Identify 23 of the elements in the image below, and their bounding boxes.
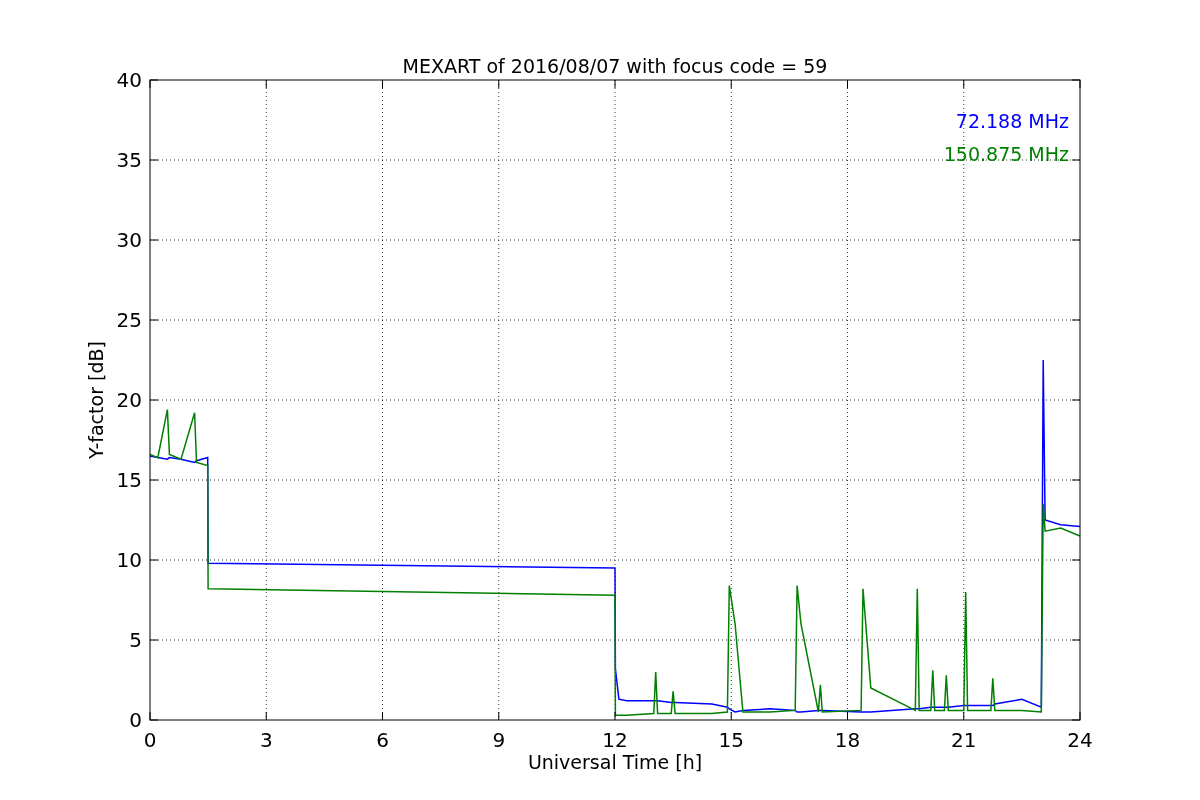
x-axis-label: Universal Time [h] <box>527 751 703 773</box>
tick-label: 12 <box>602 728 628 752</box>
tick-label: 15 <box>718 728 744 752</box>
tick-label: 0 <box>129 708 142 732</box>
tick-label: 18 <box>834 728 861 752</box>
tick-label: 3 <box>259 728 273 752</box>
tick-label: 21 <box>951 728 977 752</box>
tick-label: 35 <box>116 148 142 172</box>
tick-label: 9 <box>492 728 506 752</box>
tick-label: 40 <box>116 68 142 92</box>
tick-label: 30 <box>116 228 142 252</box>
legend-label: 150.875 MHz <box>943 143 1069 165</box>
tick-label: 24 <box>1067 728 1093 752</box>
y-axis-label: Y-factor [dB] <box>85 341 107 459</box>
tick-label: 6 <box>376 728 389 752</box>
legend-label: 72.188 MHz <box>955 110 1069 132</box>
tick-label: 10 <box>116 548 142 572</box>
tick-label: 0 <box>143 728 157 752</box>
tick-label: 25 <box>116 308 142 332</box>
tick-label: 15 <box>116 468 142 492</box>
tick-label: 20 <box>116 388 142 412</box>
tick-label: 5 <box>129 628 142 652</box>
chart-title: MEXART of 2016/08/07 with focus code = 59 <box>402 55 828 77</box>
